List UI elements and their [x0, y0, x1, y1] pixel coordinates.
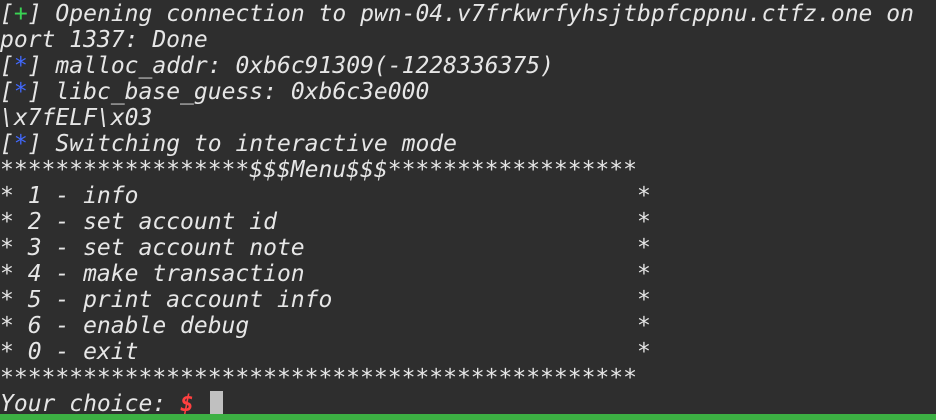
bracket-open: [: [0, 79, 14, 105]
menu-item-exit: * 0 - exit *: [0, 339, 651, 365]
menu-item-info: * 1 - info *: [0, 183, 651, 209]
libc-line: [*] libc_base_guess: 0xb6c3e000: [0, 79, 936, 105]
info-marker: *: [13, 53, 28, 79]
connection-line: [+] Opening connection to pwn-04.v7frkwr…: [0, 1, 936, 27]
bracket-close: ]: [27, 1, 42, 27]
libc-text: libc_base_guess: 0xb6c3e000: [41, 79, 430, 105]
malloc-text: malloc_addr: 0xb6c91309(-1228336375): [41, 53, 554, 79]
menu-item-enable-debug: * 6 - enable debug *: [0, 313, 651, 339]
menu-item-set-account-note: * 3 - set account note *: [0, 235, 651, 261]
menu-header: ******************$$$Menu$$$************…: [0, 157, 637, 183]
menu-item-make-transaction: * 4 - make transaction *: [0, 261, 651, 287]
bracket-close: ]: [27, 53, 42, 79]
success-marker: +: [13, 1, 28, 27]
interactive-line: [*] Switching to interactive mode: [0, 131, 936, 157]
bracket-close: ]: [27, 79, 42, 105]
info-marker: *: [13, 131, 28, 157]
malloc-line: [*] malloc_addr: 0xb6c91309(-1228336375): [0, 53, 936, 79]
bracket-open: [: [0, 1, 14, 27]
bracket-open: [: [0, 131, 14, 157]
elf-bytes-line: \x7fELF\x03: [0, 105, 153, 131]
menu-footer: ****************************************…: [0, 365, 637, 391]
status-bar: [0, 414, 936, 420]
connection-text: Opening connection to pwn-04.v7frkwrfyhs…: [41, 1, 914, 27]
text-cursor[interactable]: [209, 391, 223, 415]
connection-line-cont: port 1337: Done: [0, 27, 208, 53]
menu-item-set-account-id: * 2 - set account id *: [0, 209, 651, 235]
interactive-text: Switching to interactive mode: [41, 131, 457, 157]
bracket-open: [: [0, 53, 14, 79]
info-marker: *: [13, 79, 28, 105]
menu-item-print-account-info: * 5 - print account info *: [0, 287, 651, 313]
bracket-close: ]: [27, 131, 42, 157]
terminal-window[interactable]: [+] Opening connection to pwn-04.v7frkwr…: [0, 0, 936, 417]
